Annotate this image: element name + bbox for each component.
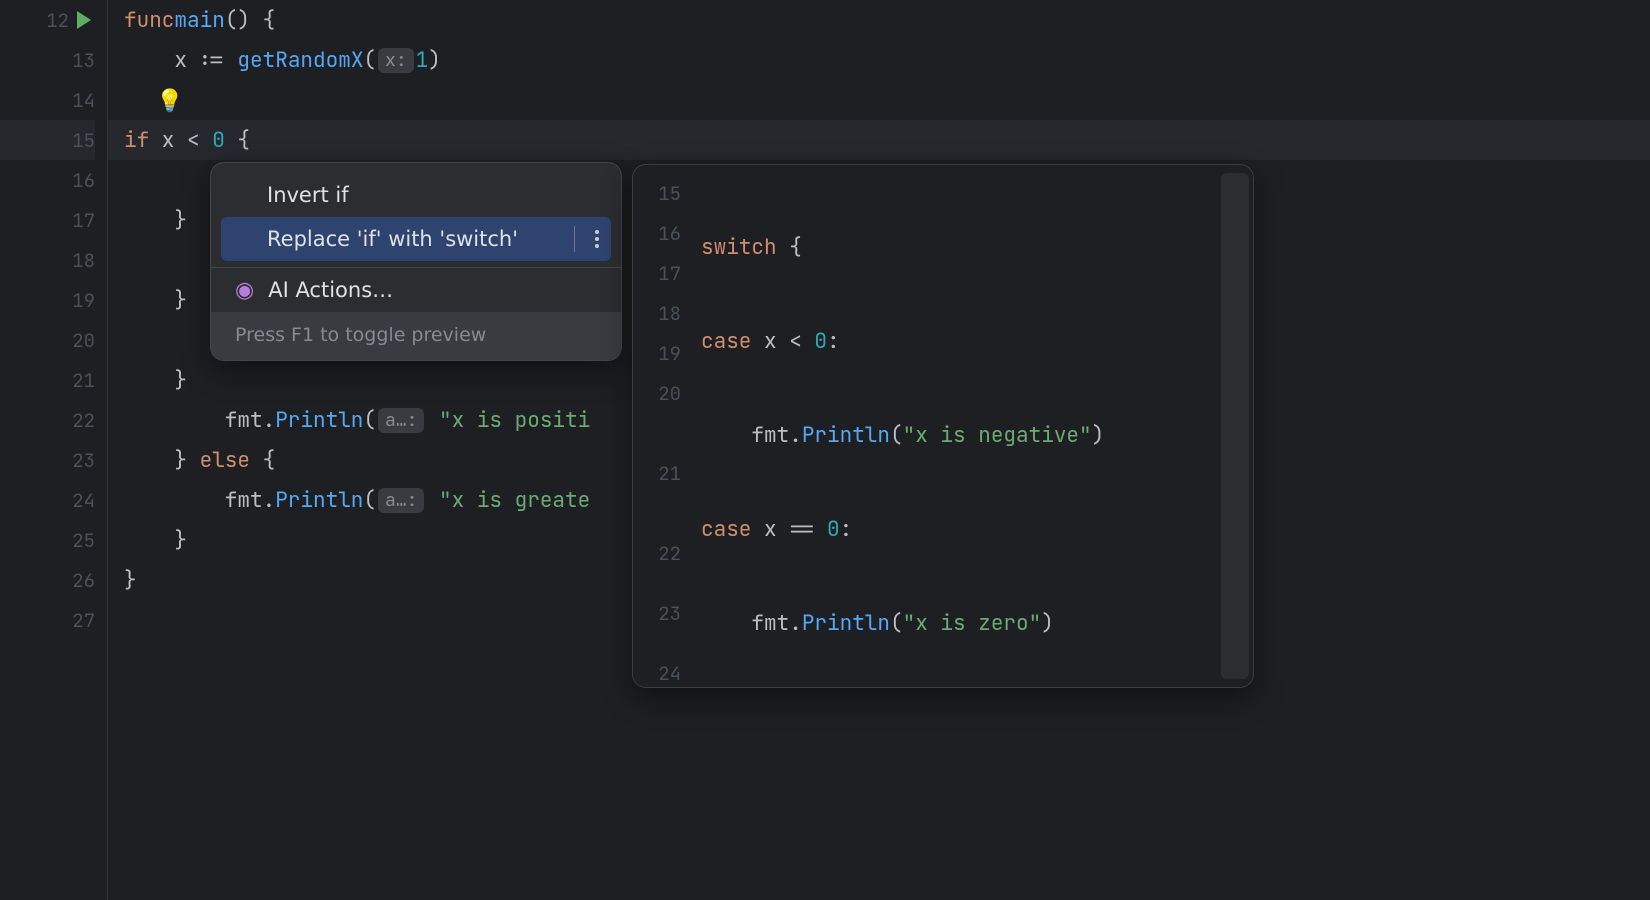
inlay-hint: a…: [378,488,424,513]
inlay-hint: a…: [378,408,424,433]
ai-swirl-icon: ◉ [235,278,254,303]
footer-text: Press F1 to toggle preview [235,324,486,346]
gutter-line: 21 [0,360,95,400]
gutter-line: 19 [0,280,95,320]
more-vertical-icon [595,230,599,248]
line-number: 20 [72,328,95,353]
line-number: 15 [658,181,681,206]
code-line-active[interactable]: if x < 0 { [108,120,1650,160]
line-number: 13 [72,48,95,73]
menu-item-label: AI Actions… [268,278,393,302]
line-number: 23 [658,601,681,626]
intention-actions-popup: Invert if Replace 'if' with 'switch' ◉ A… [210,162,622,361]
gutter-line: 16 [0,160,95,200]
preview-line: case x < 0: [701,321,1249,361]
inlay-hint: x: [378,48,414,73]
menu-hint-footer: Press F1 to toggle preview [211,312,621,360]
preview-gutter: 15 16 17 18 19 20 21 22 23 24 [633,165,689,687]
line-number: 26 [72,568,95,593]
gutter-line: 12 [0,0,95,40]
line-number: 16 [658,221,681,246]
intention-preview-popup: 15 16 17 18 19 20 21 22 23 24 switch { c… [632,164,1254,688]
line-number: 27 [72,608,95,633]
submenu-indicator[interactable] [574,226,603,252]
menu-item-ai-actions[interactable]: ◉ AI Actions… [211,268,621,312]
menu-item-label: Invert if [267,183,349,207]
line-number: 16 [72,168,95,193]
preview-line: switch { [701,227,1249,267]
gutter-line: 13 [0,40,95,80]
line-number: 20 [658,381,681,406]
menu-item-label: Replace 'if' with 'switch' [267,227,518,251]
gutter-line: 25 [0,520,95,560]
line-number: 17 [658,261,681,286]
line-number: 24 [658,661,681,686]
line-number: 22 [658,541,681,566]
gutter-line: 26 [0,560,95,600]
line-number: 23 [72,448,95,473]
gutter-line: 20 [0,320,95,360]
code-line[interactable]: func main() { [108,0,1650,40]
gutter-line: 18 [0,240,95,280]
line-number: 19 [658,341,681,366]
code-line[interactable]: x := getRandomX(x: 1) [108,40,1650,80]
line-number: 17 [72,208,95,233]
preview-line: fmt.Println("x is negative") [701,415,1249,455]
line-number: 21 [658,461,681,486]
line-number: 18 [72,248,95,273]
line-number: 19 [72,288,95,313]
gutter-line: 15 [0,120,95,160]
gutter-line: 23 [0,440,95,480]
line-number: 12 [46,8,69,33]
line-number: 15 [72,128,95,153]
line-number: 25 [72,528,95,553]
line-number: 24 [72,488,95,513]
line-number: 21 [72,368,95,393]
line-number: 14 [72,88,95,113]
line-number-gutter: 12 13 14 15 16 17 18 19 20 21 22 23 24 2… [0,0,108,900]
preview-line: case x == 0: [701,509,1249,549]
preview-line: fmt.Println("x is zero") [701,603,1249,643]
code-line[interactable]: 💡 [108,80,1650,120]
gutter-line: 14 [0,80,95,120]
line-number: 22 [72,408,95,433]
preview-code: switch { case x < 0: fmt.Println("x is n… [689,165,1253,687]
gutter-line: 17 [0,200,95,240]
menu-item-invert-if[interactable]: Invert if [211,173,621,217]
gutter-line: 27 [0,600,95,640]
lightbulb-icon[interactable]: 💡 [156,86,183,115]
menu-item-replace-if-switch[interactable]: Replace 'if' with 'switch' [221,217,611,261]
line-number: 18 [658,301,681,326]
gutter-line: 22 [0,400,95,440]
preview-scrollbar[interactable] [1221,173,1249,679]
run-gutter-icon[interactable] [77,11,91,29]
gutter-line: 24 [0,480,95,520]
